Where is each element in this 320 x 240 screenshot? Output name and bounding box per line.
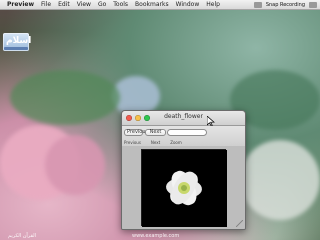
toolbar-label-previous: Previous (124, 140, 141, 145)
window-title: death_flower (164, 113, 203, 120)
cursor-icon (207, 116, 215, 126)
previous-button[interactable]: Previous (124, 129, 148, 136)
menu-item-view[interactable]: View (77, 0, 91, 10)
preview-window: death_flower Previous Next Previous Next… (121, 110, 246, 230)
next-button[interactable]: Next (145, 129, 166, 136)
menu-item-file[interactable]: File (41, 0, 51, 10)
toolbar-label-zoom: Zoom (170, 140, 182, 145)
channel-logo: اسلام (3, 33, 32, 51)
flower-graphic (142, 150, 227, 227)
mouse-cursor (207, 116, 215, 126)
watermark-url: www.example.com (132, 233, 180, 239)
menu-bar: Preview File Edit View Go Tools Bookmark… (0, 0, 320, 10)
status-icon[interactable] (253, 1, 262, 8)
toolbar-labels: Previous Next Zoom (124, 140, 182, 145)
zoom-field[interactable] (167, 129, 207, 136)
menu-item-bookmarks[interactable]: Bookmarks (135, 0, 169, 10)
clock-icon[interactable] (309, 1, 317, 8)
wallpaper-leaves (10, 70, 120, 125)
toolbar-label-next: Next (150, 140, 161, 145)
menu-item-edit[interactable]: Edit (58, 0, 70, 10)
flower-image (141, 149, 227, 227)
logo-underline (4, 47, 28, 50)
menu-item-help[interactable]: Help (206, 0, 220, 10)
wallpaper-flower-pink-2 (45, 135, 105, 195)
wallpaper-flower-white (240, 140, 320, 220)
watermark-left: القرآن الكريم (8, 233, 37, 239)
menu-item-app[interactable]: Preview (7, 0, 34, 10)
logo-text: اسلام (6, 36, 32, 46)
resize-handle[interactable] (236, 220, 243, 227)
menu-item-window[interactable]: Window (176, 0, 200, 10)
menu-bar-status: Snap Recording (253, 0, 317, 10)
image-view (122, 146, 245, 229)
window-titlebar[interactable]: death_flower (122, 111, 245, 126)
menu-item-go[interactable]: Go (98, 0, 106, 10)
window-toolbar: Previous Next Previous Next Zoom (122, 126, 245, 147)
menu-item-tools[interactable]: Tools (113, 0, 128, 10)
recording-status: Snap Recording (265, 1, 305, 8)
